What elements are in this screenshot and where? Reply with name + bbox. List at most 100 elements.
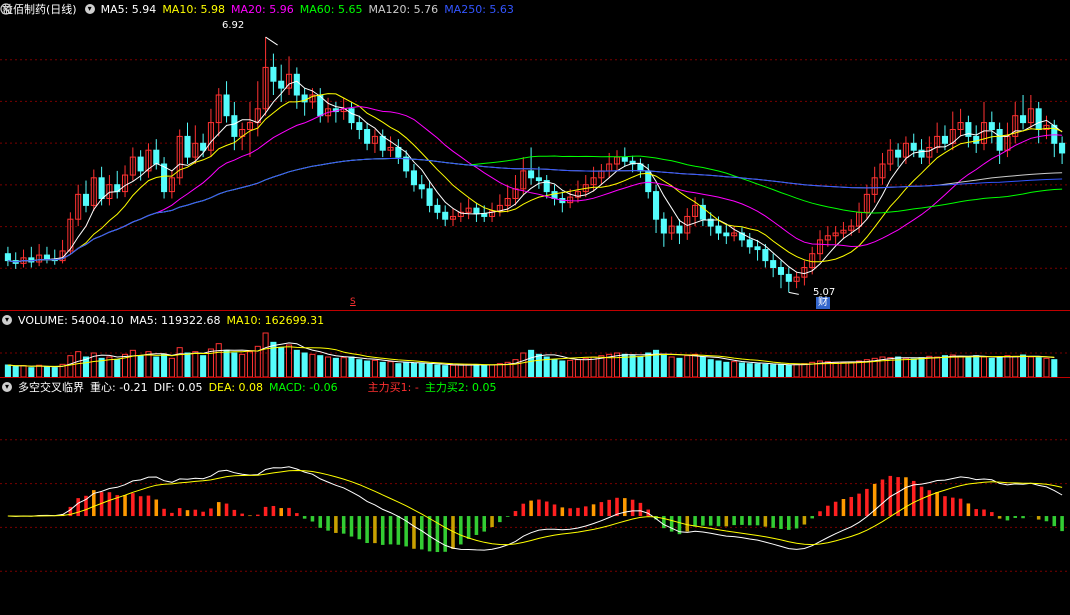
candle-down	[996, 129, 1003, 151]
volume-bar	[457, 364, 464, 377]
indicator-macd: MACD: -0.06	[269, 380, 338, 394]
volume-bar	[395, 363, 402, 377]
volume-bar	[1012, 355, 1019, 377]
settings-circle-icon[interactable]: ▾	[84, 4, 95, 14]
volume-bar	[246, 351, 254, 377]
candle-down	[723, 232, 730, 237]
volume-bar	[1027, 356, 1034, 377]
candle-down	[395, 146, 402, 158]
ma5-label: MA5: 5.94	[100, 2, 157, 16]
volume-bar	[4, 364, 11, 377]
candle-down	[746, 239, 753, 248]
volume-bar	[957, 355, 964, 377]
volume-ma10-label: MA10: 162699.31	[226, 313, 325, 327]
volume-bar	[707, 359, 714, 377]
candle-down	[895, 149, 902, 158]
candle-down	[98, 177, 105, 200]
volume-bar	[840, 362, 847, 377]
volume-bar	[785, 364, 792, 377]
volume-bar	[231, 352, 238, 377]
volume-bar	[731, 361, 738, 377]
candle-down	[762, 249, 769, 262]
volume-bar	[723, 361, 730, 377]
candle-down	[4, 253, 11, 262]
volume-bar	[746, 363, 753, 377]
candle-down	[481, 213, 488, 217]
candle-down	[223, 94, 230, 117]
volume-bar	[551, 359, 558, 377]
volume-bar	[528, 349, 535, 377]
volume-bar	[1043, 357, 1050, 377]
volume-bar	[473, 364, 480, 377]
volume-bar	[574, 359, 581, 377]
volume-bar	[153, 356, 160, 377]
candle-down	[410, 170, 418, 186]
volume-ma5-label: MA5: 119322.68	[129, 313, 221, 327]
volume-bar	[754, 363, 761, 377]
finance-marker[interactable]: 财	[816, 297, 830, 309]
volume-chart[interactable]	[0, 329, 1070, 377]
high-leader	[265, 36, 278, 46]
volume-bar	[364, 360, 371, 377]
candle-down	[184, 135, 191, 158]
volume-bar	[418, 363, 425, 377]
candle-down	[293, 73, 300, 96]
volume-settings-icon[interactable]: ▾	[2, 315, 12, 325]
volume-bar	[215, 343, 222, 377]
volume-bar	[793, 363, 800, 377]
volume-bar	[988, 357, 995, 377]
volume-bar	[559, 360, 566, 377]
stock-title: 益佰制药(日线)	[2, 3, 77, 16]
volume-bar	[137, 355, 144, 377]
volume-bar	[129, 349, 136, 377]
volume-bar	[637, 356, 644, 377]
candlestick-chart[interactable]	[0, 18, 1070, 310]
candle-down	[1020, 115, 1027, 124]
volume-pane[interactable]: ▾ VOLUME: 54004.10 MA5: 119322.68 MA10: …	[0, 311, 1070, 377]
candle-down	[715, 225, 722, 234]
volume-bar	[1035, 357, 1042, 377]
volume-bar	[699, 356, 706, 377]
candle-down	[770, 260, 777, 269]
close-pane-icon[interactable]	[0, 3, 12, 15]
volume-bar	[176, 347, 183, 377]
candle-down	[777, 267, 785, 275]
volume-bar	[465, 363, 472, 377]
volume-bar	[309, 353, 316, 377]
candle-down	[910, 142, 917, 151]
volume-bar	[856, 360, 863, 377]
volume-bar	[934, 356, 941, 377]
volume-bar	[692, 353, 699, 377]
price-pane[interactable]: 益佰制药(日线) ▾ MA5: 5.94 MA10: 5.98 MA20: 5.…	[0, 0, 1070, 310]
candle-down	[621, 156, 628, 162]
volume-label: VOLUME: 54004.10	[18, 313, 124, 327]
candle-down	[473, 207, 480, 215]
volume-bar	[582, 357, 589, 377]
volume-bar	[239, 353, 246, 377]
ma120-label: MA120: 5.76	[368, 2, 439, 16]
dea-line	[7, 469, 1063, 546]
volume-bar	[67, 355, 74, 377]
candle-down	[43, 254, 50, 260]
ma60-label: MA60: 5.65	[299, 2, 363, 16]
indicator-pane[interactable]: ▾ 多空交叉临界 重心: -0.21 DIF: 0.05 DEA: 0.08 M…	[0, 378, 1070, 615]
volume-bar	[387, 361, 394, 377]
volume-bar	[941, 355, 949, 377]
volume-bar	[481, 364, 488, 377]
indicator-settings-icon[interactable]: ▾	[2, 382, 12, 392]
volume-bar	[520, 352, 527, 377]
candle-down	[426, 188, 433, 206]
candle-down	[356, 122, 363, 130]
volume-bar	[926, 355, 933, 377]
ma20-label: MA20: 5.96	[231, 2, 294, 16]
volume-bar	[379, 361, 386, 377]
macd-chart[interactable]	[0, 396, 1070, 615]
volume-bar	[973, 355, 980, 377]
indicator-main-buy-1: 主力买1: -	[367, 381, 419, 394]
volume-bar	[832, 361, 839, 377]
volume-bar	[613, 352, 621, 377]
volume-bar	[918, 357, 925, 377]
candle-down	[364, 129, 371, 144]
candle-down	[153, 149, 160, 165]
volume-bar	[356, 359, 363, 377]
